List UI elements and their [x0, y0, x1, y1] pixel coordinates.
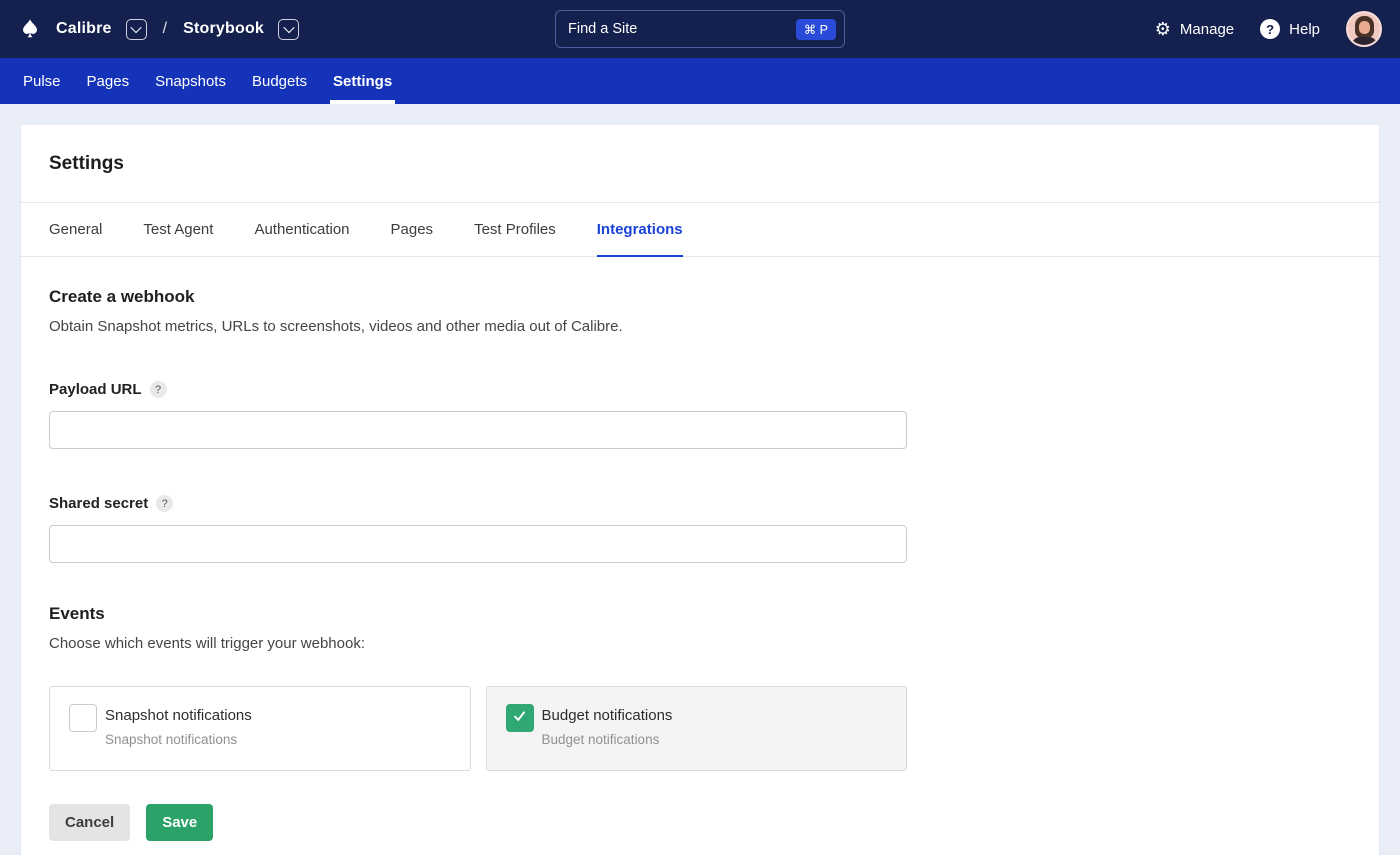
- budget-notifications-option[interactable]: Budget notifications Budget notification…: [486, 686, 908, 771]
- search-placeholder: Find a Site: [568, 21, 796, 37]
- nav-item-budgets[interactable]: Budgets: [239, 58, 320, 104]
- top-header: Calibre / Storybook Find a Site ⌘ P ⚙ Ma…: [0, 0, 1400, 58]
- breadcrumb-separator: /: [163, 20, 167, 38]
- help-label: Help: [1289, 21, 1320, 38]
- snapshot-notifications-checkbox[interactable]: [69, 704, 97, 732]
- user-avatar[interactable]: [1346, 11, 1382, 47]
- help-button[interactable]: ? Help: [1260, 19, 1320, 39]
- shared-secret-input[interactable]: [49, 525, 907, 563]
- organisation-name[interactable]: Calibre: [56, 20, 112, 38]
- nav-item-pulse[interactable]: Pulse: [10, 58, 74, 104]
- header-actions: ⚙ Manage ? Help: [1155, 11, 1382, 47]
- primary-nav: Pulse Pages Snapshots Budgets Settings: [0, 58, 1400, 104]
- tab-general[interactable]: General: [49, 203, 102, 256]
- payload-url-help-icon[interactable]: ?: [150, 381, 167, 398]
- chevron-down-icon: [130, 22, 141, 33]
- events-description: Choose which events will trigger your we…: [49, 635, 1351, 652]
- cancel-button[interactable]: Cancel: [49, 804, 130, 841]
- nav-item-pages[interactable]: Pages: [74, 58, 143, 104]
- payload-url-label: Payload URL ?: [49, 381, 1351, 398]
- site-switcher-button[interactable]: [278, 19, 299, 40]
- nav-item-settings[interactable]: Settings: [320, 58, 405, 104]
- snapshot-notifications-option[interactable]: Snapshot notifications Snapshot notifica…: [49, 686, 471, 771]
- events-heading: Events: [49, 604, 1351, 624]
- shared-secret-label: Shared secret ?: [49, 495, 1351, 512]
- budget-notifications-checkbox[interactable]: [506, 704, 534, 732]
- nav-item-snapshots[interactable]: Snapshots: [142, 58, 239, 104]
- option-title: Budget notifications: [542, 707, 673, 724]
- calibre-logo-icon[interactable]: [18, 17, 42, 41]
- page-title: Settings: [49, 153, 124, 175]
- settings-tabs: General Test Agent Authentication Pages …: [21, 203, 1379, 257]
- brand-area: Calibre / Storybook: [18, 17, 299, 41]
- tab-authentication[interactable]: Authentication: [254, 203, 349, 256]
- settings-card-header: Settings: [21, 125, 1379, 203]
- payload-url-input[interactable]: [49, 411, 907, 449]
- option-subtitle: Snapshot notifications: [105, 732, 252, 747]
- shared-secret-help-icon[interactable]: ?: [156, 495, 173, 512]
- chevron-down-icon: [283, 22, 294, 33]
- search-shortcut-badge: ⌘ P: [796, 19, 836, 40]
- site-name[interactable]: Storybook: [183, 20, 264, 38]
- save-button[interactable]: Save: [146, 804, 213, 841]
- integrations-panel: Create a webhook Obtain Snapshot metrics…: [21, 257, 1379, 855]
- webhook-heading: Create a webhook: [49, 287, 1351, 307]
- tab-pages[interactable]: Pages: [391, 203, 434, 256]
- tab-test-profiles[interactable]: Test Profiles: [474, 203, 556, 256]
- option-subtitle: Budget notifications: [542, 732, 673, 747]
- gear-icon: ⚙: [1155, 20, 1171, 38]
- manage-button[interactable]: ⚙ Manage: [1155, 20, 1234, 38]
- form-actions: Cancel Save: [49, 804, 1351, 855]
- tab-test-agent[interactable]: Test Agent: [143, 203, 213, 256]
- find-site-search[interactable]: Find a Site ⌘ P: [555, 10, 845, 48]
- webhook-description: Obtain Snapshot metrics, URLs to screens…: [49, 318, 1351, 335]
- settings-card: Settings General Test Agent Authenticati…: [21, 125, 1379, 855]
- event-options: Snapshot notifications Snapshot notifica…: [49, 686, 907, 771]
- help-icon: ?: [1260, 19, 1280, 39]
- organisation-switcher-button[interactable]: [126, 19, 147, 40]
- tab-integrations[interactable]: Integrations: [597, 203, 683, 256]
- option-title: Snapshot notifications: [105, 707, 252, 724]
- checkmark-icon: [512, 708, 527, 728]
- manage-label: Manage: [1180, 21, 1234, 38]
